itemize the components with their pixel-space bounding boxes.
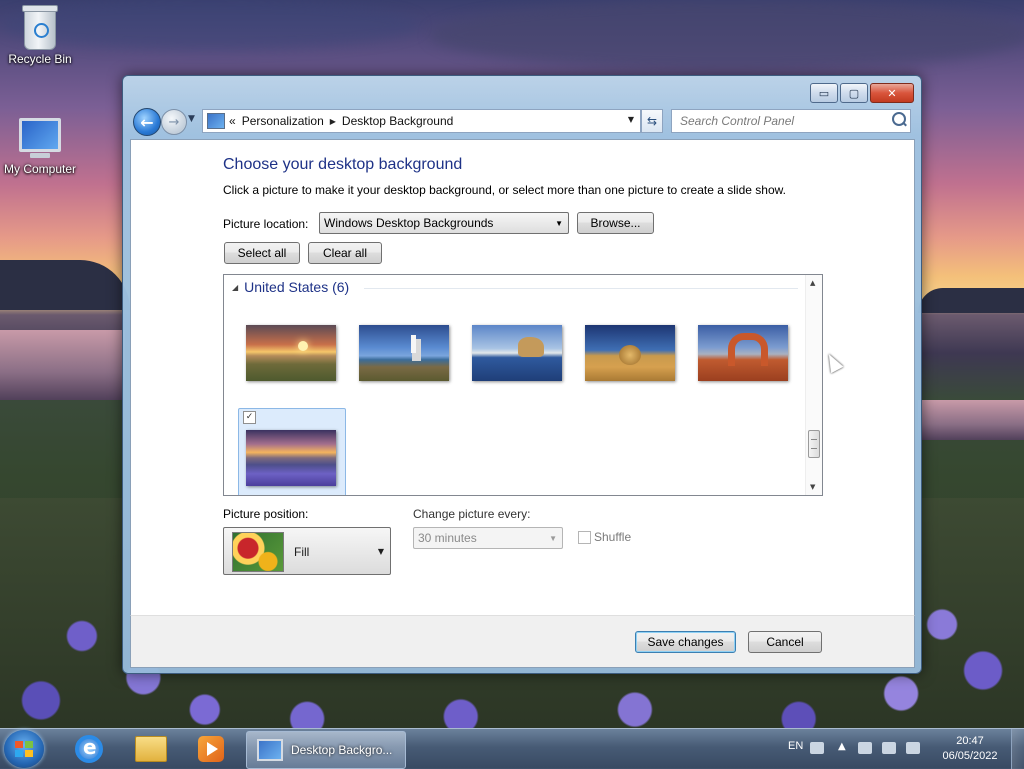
taskbar-item-label: Desktop Backgro... (291, 743, 393, 757)
scroll-down-icon[interactable]: ▼ (810, 483, 815, 491)
picture-thumb-6[interactable] (246, 430, 336, 486)
forward-button[interactable]: → (161, 109, 187, 135)
breadcrumb-separator-icon[interactable]: ▶ (330, 117, 336, 126)
gallery-scrollbar[interactable]: ▲ ▼ (805, 275, 822, 495)
start-button[interactable] (4, 730, 44, 768)
picture-gallery: ◢ United States (6) ✓ ▲ ▼ (223, 274, 823, 496)
picture-thumb-5[interactable] (698, 325, 788, 381)
chevron-down-icon: ▼ (377, 547, 384, 556)
picture-position-value: Fill (294, 545, 310, 559)
picture-location-value: Windows Desktop Backgrounds (324, 216, 494, 230)
picture-location-select[interactable]: Windows Desktop Backgrounds ▼ (319, 212, 569, 234)
change-interval-select[interactable]: 30 minutes ▼ (413, 527, 563, 549)
picture-position-label: Picture position: (223, 507, 309, 521)
back-button[interactable]: ← (133, 108, 161, 136)
network-icon[interactable] (882, 742, 896, 754)
address-bar[interactable]: « Personalization ▶ Desktop Background ▼ (202, 109, 641, 133)
picture-position-select[interactable]: Fill ▼ (223, 527, 391, 575)
language-indicator[interactable]: EN (788, 740, 803, 752)
folder-icon (135, 736, 167, 762)
taskbar-item-desktop-background[interactable]: Desktop Backgro... (246, 731, 406, 769)
sky-cloud (430, 0, 1024, 70)
cancel-button[interactable]: Cancel (748, 631, 822, 653)
back-arrow-icon: ← (140, 112, 154, 132)
refresh-button[interactable]: ⇆ (641, 109, 663, 133)
taskbar: Desktop Backgro... EN ▲ 20:47 06/05/2022 (0, 728, 1024, 769)
search-icon[interactable] (892, 112, 906, 126)
picture-location-label: Picture location: (223, 217, 309, 231)
media-player-pin[interactable] (186, 731, 236, 767)
group-header[interactable]: ◢ United States (6) (232, 279, 349, 295)
shuffle-checkbox[interactable] (578, 531, 591, 544)
page-instructions: Click a picture to make it your desktop … (223, 183, 786, 197)
recent-pages-dropdown-icon[interactable]: ▼ (188, 114, 195, 124)
picture-thumb-1[interactable] (246, 325, 336, 381)
my-computer-shortcut[interactable]: My Computer (0, 112, 80, 176)
change-interval-value: 30 minutes (418, 531, 477, 545)
shuffle-label: Shuffle (594, 530, 632, 544)
show-hidden-icons-icon[interactable]: ▲ (838, 741, 846, 752)
breadcrumb-personalization[interactable]: Personalization (242, 114, 324, 128)
lake (918, 400, 1024, 440)
keyboard-icon[interactable] (810, 742, 824, 754)
internet-explorer-icon (75, 735, 103, 763)
page-title: Choose your desktop background (223, 156, 463, 173)
address-dropdown-icon[interactable]: ▼ (628, 115, 634, 124)
forward-arrow-icon: → (168, 114, 180, 130)
internet-explorer-pin[interactable] (64, 731, 114, 767)
recycle-bin-shortcut[interactable]: Recycle Bin (0, 5, 80, 66)
caption-buttons: ▭ ▢ ✕ (810, 83, 914, 103)
clear-all-button[interactable]: Clear all (308, 242, 382, 264)
save-changes-button[interactable]: Save changes (635, 631, 736, 653)
scroll-up-icon[interactable]: ▲ (810, 279, 815, 287)
select-all-button[interactable]: Select all (224, 242, 300, 264)
recycle-bin-label: Recycle Bin (8, 52, 72, 66)
browse-button[interactable]: Browse... (577, 212, 654, 234)
lake (0, 330, 125, 400)
position-preview-image (232, 532, 284, 572)
picture-thumb-4[interactable] (585, 325, 675, 381)
scrollbar-thumb[interactable] (808, 430, 820, 458)
windows-logo-icon (15, 741, 33, 757)
refresh-icon: ⇆ (646, 114, 658, 128)
picture-thumb-2[interactable] (359, 325, 449, 381)
close-button[interactable]: ✕ (870, 83, 914, 103)
volume-icon[interactable] (906, 742, 920, 754)
collapse-triangle-icon[interactable]: ◢ (232, 283, 238, 292)
group-label: United States (6) (244, 279, 350, 295)
my-computer-label: My Computer (3, 162, 77, 176)
computer-icon (19, 118, 61, 158)
desktop-background-window: ▭ ▢ ✕ ← → ▼ « Personalization ▶ Desktop … (122, 75, 922, 674)
clock-date: 06/05/2022 (942, 750, 998, 762)
media-player-icon (198, 736, 224, 762)
control-panel-icon (257, 739, 283, 761)
change-picture-label: Change picture every: (413, 507, 531, 521)
breadcrumb-prefix[interactable]: « (229, 114, 236, 128)
clock-time: 20:47 (956, 735, 984, 747)
maximize-button[interactable]: ▢ (840, 83, 868, 103)
chevron-down-icon: ▼ (549, 534, 557, 543)
picture-select-checkbox[interactable]: ✓ (243, 411, 256, 424)
navigation-bar: ← → ▼ « Personalization ▶ Desktop Backgr… (131, 106, 913, 136)
search-input[interactable] (678, 110, 887, 132)
search-box[interactable] (671, 109, 911, 133)
show-desktop-button[interactable] (1011, 729, 1024, 769)
clock[interactable]: 20:47 06/05/2022 (930, 734, 1010, 764)
group-divider (364, 288, 798, 289)
explorer-pin[interactable] (126, 731, 176, 767)
mountain (918, 288, 1024, 313)
picture-thumb-3[interactable] (472, 325, 562, 381)
recycle-bin-icon (22, 5, 58, 50)
content-pane: Choose your desktop background Click a p… (130, 139, 915, 616)
action-center-flag-icon[interactable] (858, 742, 872, 754)
mountain (0, 260, 130, 310)
chevron-down-icon: ▼ (555, 219, 563, 228)
control-panel-icon (207, 113, 225, 129)
minimize-button[interactable]: ▭ (810, 83, 838, 103)
dialog-footer: Save changes Cancel (130, 615, 915, 668)
breadcrumb-desktop-background[interactable]: Desktop Background (342, 114, 453, 128)
